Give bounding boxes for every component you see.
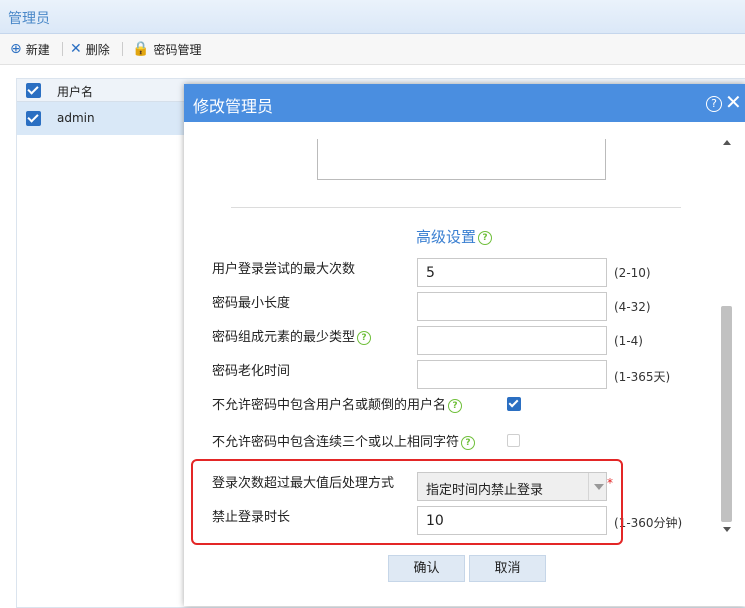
no-repeat-label: 不允许密码中包含连续三个或以上相同字符? [212,431,476,450]
scroll-down-icon[interactable] [723,527,731,532]
description-textarea[interactable] [317,139,606,180]
min-types-input[interactable] [417,326,607,355]
row-checkbox[interactable] [26,111,41,126]
help-icon[interactable]: ? [448,398,463,413]
min-types-hint: (1-4) [614,334,643,348]
close-icon[interactable]: ✕ [725,92,742,112]
scroll-thumb[interactable] [721,306,732,522]
ban-duration-hint: (1-360分钟) [614,516,683,530]
dialog-header: 修改管理员 ? ✕ [184,84,745,122]
toolbar-divider [62,42,63,56]
help-icon[interactable]: ? [461,435,476,450]
dialog-scrollbar[interactable] [719,136,735,536]
min-length-input[interactable] [417,292,607,321]
new-button[interactable]: ⊕ 新建 [10,40,50,58]
new-button-label: 新建 [25,42,50,57]
advanced-settings-label: 高级设置 [416,228,477,246]
dialog-title: 修改管理员 [193,97,274,116]
toolbar-divider [122,42,123,56]
dialog-body: 高级设置? 用户登录尝试的最大次数 5 (2-10) 密码最小长度 (4-32)… [184,122,745,546]
no-username-label: 不允许密码中包含用户名或颠倒的用户名? [212,394,463,413]
help-icon[interactable]: ? [357,330,372,345]
min-length-label: 密码最小长度 [212,296,291,311]
row-username: admin [57,111,95,125]
lock-icon: 🔒 [132,41,150,57]
password-aging-label: 密码老化时间 [212,364,291,379]
max-attempts-hint: (2-10) [614,266,651,280]
select-all-checkbox[interactable] [26,83,41,98]
min-length-hint: (4-32) [614,300,651,314]
highlight-box [191,459,623,545]
no-username-label-text: 不允许密码中包含用户名或颠倒的用户名 [212,398,447,413]
help-icon[interactable]: ? [706,96,722,112]
confirm-button[interactable]: 确认 [388,555,465,582]
plus-circle-icon: ⊕ [10,41,22,57]
no-repeat-checkbox[interactable] [507,434,520,447]
header-username: 用户名 [57,85,94,99]
toolbar: ⊕ 新建 ✕ 删除 🔒 密码管理 [0,34,745,65]
window-title: 管理员 [8,11,50,27]
section-divider [231,207,681,208]
scroll-up-icon[interactable] [723,140,731,145]
delete-button-label: 删除 [85,42,110,57]
min-types-label-text: 密码组成元素的最少类型 [212,330,356,345]
no-username-checkbox[interactable] [507,397,521,411]
max-attempts-label: 用户登录尝试的最大次数 [212,262,356,277]
password-management-button[interactable]: 🔒 密码管理 [132,40,201,58]
dialog-footer: 确认 取消 [184,546,745,606]
edit-admin-dialog: 修改管理员 ? ✕ 高级设置? 用户登录尝试的最大次数 5 (2-10) 密码最… [184,84,745,606]
password-aging-input[interactable] [417,360,607,389]
max-attempts-input[interactable]: 5 [417,258,607,287]
min-types-label: 密码组成元素的最少类型? [212,326,372,345]
help-icon[interactable]: ? [478,230,493,245]
cancel-button[interactable]: 取消 [469,555,546,582]
password-management-label: 密码管理 [153,42,202,57]
delete-button[interactable]: ✕ 删除 [70,40,110,58]
password-aging-hint: (1-365天) [614,370,671,384]
advanced-settings-title: 高级设置? [416,226,493,247]
window-titlebar: 管理员 [0,0,745,34]
x-icon: ✕ [70,41,82,57]
no-repeat-label-text: 不允许密码中包含连续三个或以上相同字符 [212,435,460,450]
